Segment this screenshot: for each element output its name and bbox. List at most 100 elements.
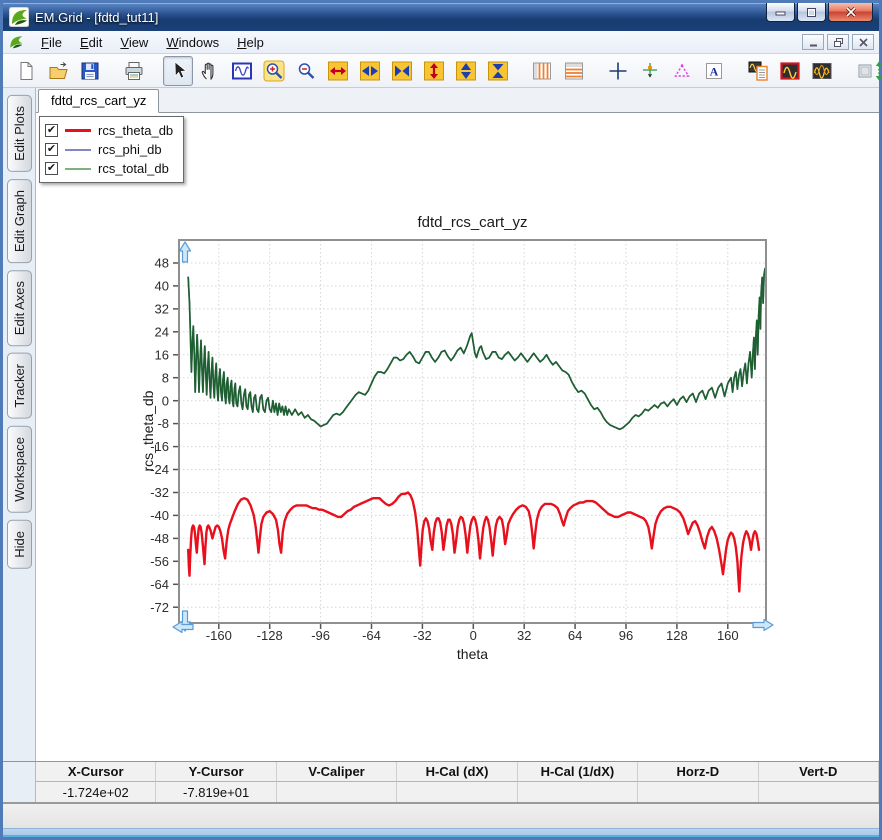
stretch-y-button[interactable] <box>451 56 481 86</box>
legend-checkbox-rcs_phi_db[interactable]: ✔ <box>45 143 58 156</box>
graph-multi-icon <box>812 62 832 79</box>
minimize-button[interactable] <box>766 3 795 22</box>
sidebar-tab-tracker[interactable]: Tracker <box>6 353 32 419</box>
y-tick-label: 24 <box>155 324 169 339</box>
mdi-restore-button[interactable] <box>827 34 849 50</box>
caliper-tool-button[interactable] <box>667 56 697 86</box>
y-tick-label: -32 <box>150 485 169 500</box>
plot-canvas[interactable]: -160 -128 -96 -64 -32 0 32 64 96 128 1604840322416… <box>36 113 880 766</box>
close-button[interactable] <box>828 3 873 22</box>
h-bars-icon <box>565 62 583 79</box>
readout-value: -1.724e+02 <box>36 782 157 802</box>
x-out-blue-icon <box>360 61 380 80</box>
readout-value <box>518 782 639 802</box>
y-tick-label: -8 <box>157 416 169 431</box>
x-tick-label: -64 <box>362 628 381 643</box>
tracker-icon <box>643 62 657 78</box>
y-tick-label: 32 <box>155 301 169 316</box>
crosshair-icon <box>609 62 627 79</box>
sidebar-tab-hide[interactable]: Hide <box>6 519 32 569</box>
cursor-readout: X-Cursor Y-Cursor V-Caliper H-Cal (dX) H-Cal… <box>3 761 879 802</box>
mdi-close-button[interactable] <box>852 34 874 50</box>
mdi-minimize-button[interactable] <box>802 34 824 50</box>
save-file-button[interactable] <box>75 56 105 86</box>
y-tick-label: 16 <box>155 347 169 362</box>
menu-items: File Edit View Windows Help <box>32 33 273 52</box>
readout-value <box>638 782 759 802</box>
y-axis-label: rcs_theta_db <box>140 390 156 471</box>
text-annotation-button[interactable]: A <box>699 56 729 86</box>
zoom-out-button[interactable] <box>291 56 321 86</box>
cursor-readout-table: X-Cursor Y-Cursor V-Caliper H-Cal (dX) H-Cal… <box>36 762 879 802</box>
toolbar: ALayout <box>3 54 882 88</box>
menu-file[interactable]: File <box>32 33 71 52</box>
sidebar-tab-workspace[interactable]: Workspace <box>6 425 32 513</box>
plot-canvas-area: -160 -128 -96 -64 -32 0 32 64 96 128 160 48 40 32 24 16… <box>36 113 879 761</box>
sidebar-tab-edit-graph[interactable]: Edit Graph <box>6 178 32 264</box>
sidebar-tab-edit-axes[interactable]: Edit Axes <box>6 270 32 347</box>
open-file-button[interactable] <box>43 56 73 86</box>
y-tick-label: -64 <box>150 577 169 592</box>
fit-plot-button[interactable] <box>227 56 257 86</box>
maximize-button[interactable] <box>797 3 826 22</box>
plot-legend: ✔ rcs_theta_db ✔ rcs_phi_db ✔ rcs_total_db <box>39 116 185 183</box>
document-tab[interactable]: fdtd_rcs_cart_yz <box>38 89 160 113</box>
pan-right-arrow[interactable] <box>752 618 774 632</box>
y-tick-label: -72 <box>150 600 169 615</box>
new-file-button[interactable] <box>11 56 41 86</box>
link-vertical-button[interactable] <box>851 56 882 86</box>
window-title: EM.Grid - [fdtd_tut11] <box>35 9 159 25</box>
x-tick-label: -160 <box>206 628 232 643</box>
vertical-markers-button[interactable] <box>527 56 557 86</box>
legend-line-sample <box>65 167 91 170</box>
legend-checkbox-rcs_total_db[interactable]: ✔ <box>45 162 58 175</box>
zoom-in-button[interactable] <box>259 56 289 86</box>
x-tick-label: 32 <box>517 628 531 643</box>
x-tick-label: -32 <box>413 628 432 643</box>
readout-value <box>759 782 879 802</box>
y-tick-label: -40 <box>150 508 169 523</box>
sine-frame-icon <box>232 62 252 79</box>
y-tick-label: 0 <box>162 393 169 408</box>
copy-graph-button[interactable] <box>743 56 773 86</box>
readout-spacer <box>3 762 36 802</box>
titlebar: EM.Grid - [fdtd_tut11] <box>3 3 879 31</box>
overlay-graphs-button[interactable] <box>807 56 837 86</box>
legend-checkbox-rcs_theta_db[interactable]: ✔ <box>45 124 58 137</box>
window-bottom-border <box>3 828 879 837</box>
document-tabstrip: fdtd_rcs_cart_yz <box>36 88 879 113</box>
pan-up-arrow[interactable] <box>178 241 192 263</box>
x-tick-label: 96 <box>619 628 633 643</box>
y-tick-label: 40 <box>155 278 169 293</box>
pan-tool-button[interactable] <box>195 56 225 86</box>
menu-view[interactable]: View <box>111 33 157 52</box>
sidebar-tabs: Edit Plots Edit Graph Edit Axes Tracker Work… <box>3 88 35 761</box>
app-icon <box>8 6 30 28</box>
select-tool-button[interactable] <box>163 55 193 86</box>
menu-windows[interactable]: Windows <box>157 33 228 52</box>
print-button[interactable] <box>119 56 149 86</box>
graph-red-frame-icon <box>780 61 800 80</box>
sidebar-tab-edit-plots[interactable]: Edit Plots <box>6 95 32 172</box>
shrink-x-button[interactable] <box>387 56 417 86</box>
shrink-y-button[interactable] <box>483 56 513 86</box>
expand-y-button[interactable] <box>419 56 449 86</box>
tracker-tool-button[interactable] <box>635 56 665 86</box>
stretch-x-button[interactable] <box>355 56 385 86</box>
legend-label: rcs_theta_db <box>98 123 174 138</box>
horizontal-markers-button[interactable] <box>559 56 589 86</box>
chart-title: fdtd_rcs_cart_yz <box>417 214 527 231</box>
zoom-out-icon <box>298 62 315 79</box>
window-controls <box>764 3 873 22</box>
menu-edit[interactable]: Edit <box>71 33 111 52</box>
x-tick-label: 160 <box>717 628 739 643</box>
link-v-icon <box>858 61 882 80</box>
y-expand-red-icon <box>424 61 444 80</box>
series-rcs_phi_db <box>187 267 766 431</box>
edit-graph-button[interactable] <box>775 56 805 86</box>
readout-value <box>277 782 398 802</box>
menu-help[interactable]: Help <box>228 33 273 52</box>
print-icon <box>125 61 143 80</box>
expand-x-button[interactable] <box>323 56 353 86</box>
crosshair-cursor-button[interactable] <box>603 56 633 86</box>
